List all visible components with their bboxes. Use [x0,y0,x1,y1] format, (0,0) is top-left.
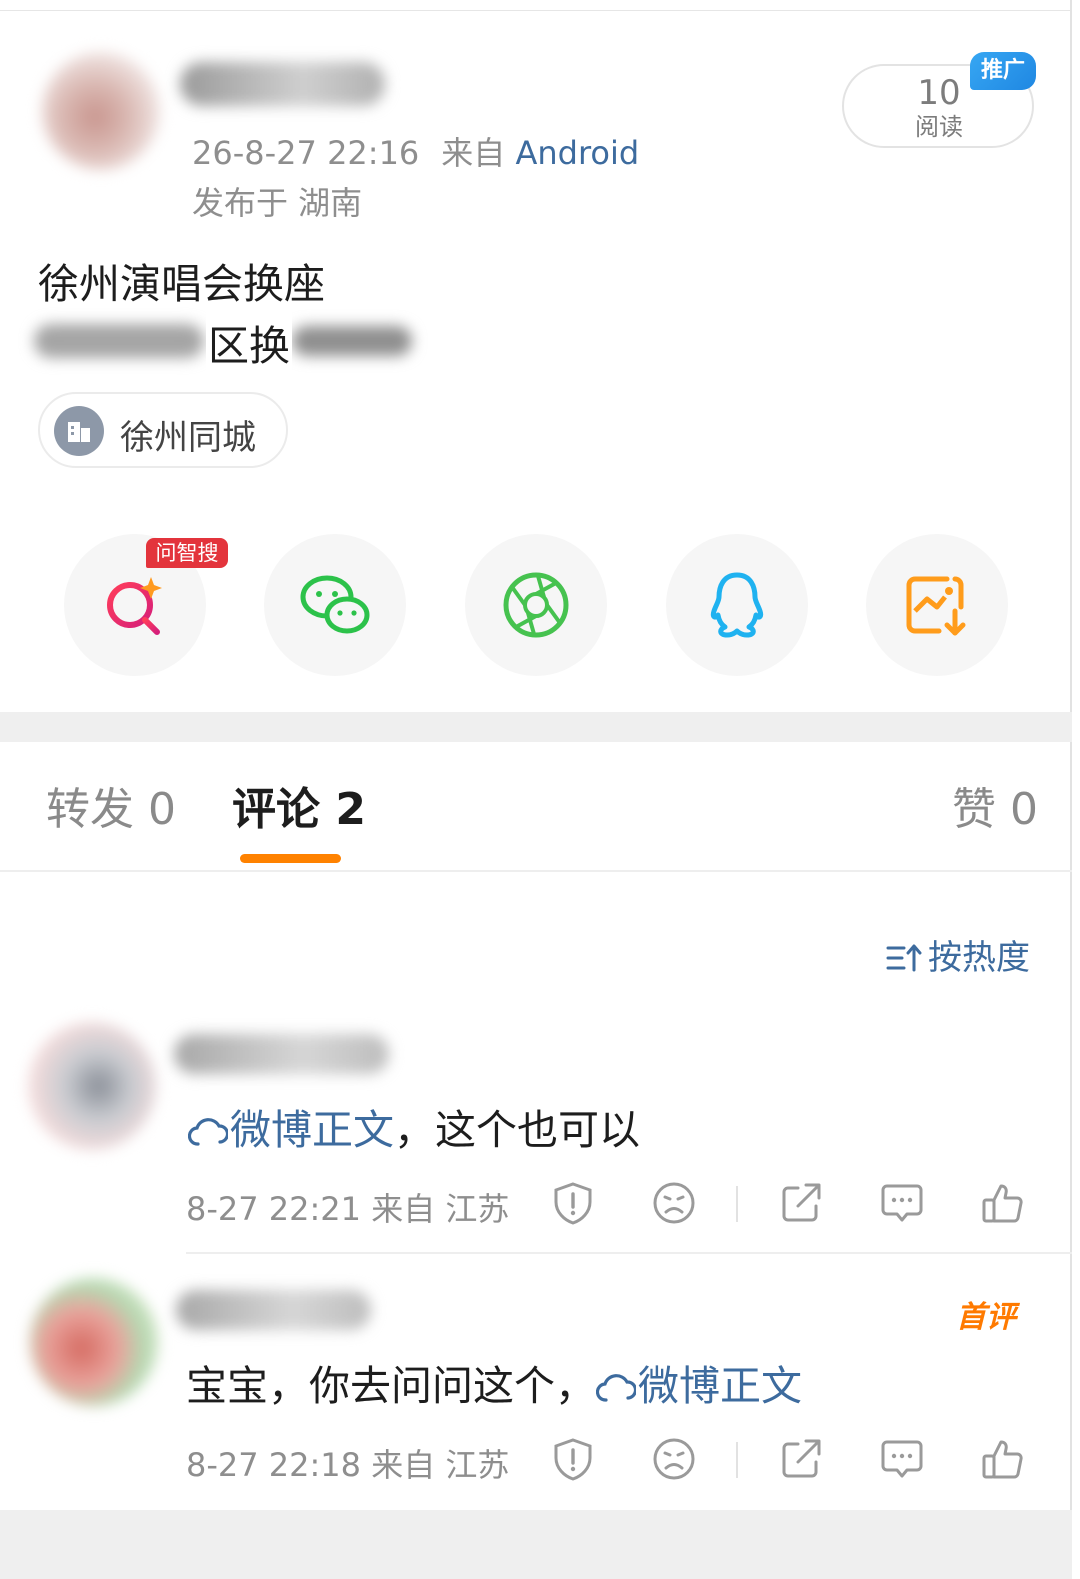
sort-label: 按热度 [928,938,1030,978]
dislike-button[interactable] [651,1436,697,1482]
share-out-icon [782,1439,821,1478]
author-avatar[interactable] [42,52,160,170]
post-timestamp: 26-8-27 22:16 [192,134,420,172]
moments-icon [503,572,569,638]
share-comment-button[interactable] [778,1180,824,1226]
weibo-post-link-text: 微博正文 [230,1106,394,1154]
top-divider [0,10,1072,11]
share-moments-button[interactable] [465,534,607,676]
redacted-text [292,326,412,356]
post-text-visible: 区换 [206,312,292,372]
share-comment-button[interactable] [778,1436,824,1482]
comment-location: 来自 江苏 [371,1190,510,1228]
comment-time: 8-27 22:18 [186,1446,362,1484]
comment-location: 来自 江苏 [371,1446,510,1484]
comment-body: ，这个也可以 [394,1106,640,1154]
dislike-button[interactable] [651,1180,697,1226]
building-icon [54,406,104,456]
active-tab-indicator [240,854,341,863]
share-out-icon [782,1183,821,1222]
redacted-text [34,324,204,358]
comment-divider [186,1252,1072,1254]
action-divider [736,1186,738,1222]
comment-time: 8-27 22:21 [186,1190,362,1228]
thumbs-up-icon [982,1184,1023,1223]
section-separator [0,712,1072,742]
commenter-avatar[interactable] [28,1022,156,1150]
qq-icon [710,572,764,638]
share-wechat-button[interactable] [264,534,406,676]
reply-button[interactable] [879,1180,925,1226]
tabs-divider [0,870,1072,872]
post-source[interactable]: Android [515,134,639,172]
topic-label: 徐州同城 [120,418,256,458]
comment-meta: 8-27 22:21 来自 江苏 [186,1184,509,1230]
post-location: 发布于 湖南 [192,184,363,222]
sort-icon [886,944,922,972]
like-button[interactable] [980,1436,1026,1482]
like-button[interactable] [980,1180,1026,1226]
frown-face-icon [653,1182,695,1224]
post-meta: 26-8-27 22:16 来自 Android [192,128,639,174]
wechat-icon [300,575,370,634]
first-comment-badge: 首评 [956,1292,1030,1335]
tab-comment[interactable]: 评论 2 [232,784,366,836]
ai-search-badge: 问智搜 [146,538,228,568]
sort-by-hot-button[interactable]: 按热度 [886,930,1030,979]
report-button[interactable] [550,1436,596,1482]
frown-face-icon [653,1438,695,1480]
author-name[interactable] [180,62,385,106]
save-image-button[interactable] [866,534,1008,676]
save-image-icon [906,576,966,636]
shield-alert-icon [554,1182,592,1225]
tab-repost[interactable]: 转发 0 [46,784,176,836]
ai-search-icon [107,577,162,635]
shield-alert-icon [554,1438,592,1481]
commenter-avatar[interactable] [30,1278,158,1406]
first-comment-label: 首评 [956,1300,1016,1335]
promote-badge[interactable]: 推广 [970,52,1036,90]
thumbs-up-icon [982,1440,1023,1479]
tab-like[interactable]: 赞 0 [952,784,1038,836]
comment-text: 宝宝，你去问问这个， 微博正文 [186,1352,802,1412]
cloud-link-icon [187,1118,230,1146]
post-text-line1: 徐州演唱会换座 [38,260,325,308]
comment-bubble-icon [881,1184,923,1222]
commenter-name[interactable] [176,1290,371,1330]
reply-button[interactable] [879,1436,925,1482]
weibo-post-link[interactable]: 微博正文 [187,1106,394,1154]
comment-meta: 8-27 22:18 来自 江苏 [186,1440,509,1486]
weibo-post-link-text: 微博正文 [638,1362,802,1410]
post-from-label: 来自 [441,134,506,172]
share-qq-button[interactable] [666,534,808,676]
commenter-name[interactable] [174,1034,389,1074]
comment-text: 微博正文，这个也可以 [187,1096,640,1156]
topic-chip[interactable]: 徐州同城 [38,392,288,468]
report-button[interactable] [550,1180,596,1226]
screen-edge [1070,0,1072,1579]
bottom-separator [0,1510,1072,1579]
weibo-post-link[interactable]: 微博正文 [595,1362,802,1410]
post-text-line2: 区换 [34,312,424,372]
action-divider [736,1442,738,1478]
comment-body: 宝宝，你去问问这个， [186,1362,596,1410]
comment-bubble-icon [881,1440,923,1478]
read-label: 阅读 [915,113,963,141]
cloud-link-icon [595,1374,638,1402]
